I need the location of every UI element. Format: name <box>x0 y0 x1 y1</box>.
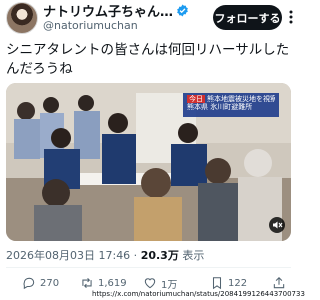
share-icon <box>273 277 285 289</box>
like-button[interactable]: 1万 <box>143 276 178 291</box>
heart-icon <box>144 278 156 289</box>
caption-tag: 今日 <box>187 95 205 103</box>
news-caption: 今日 熊本地震被災地を視察 熊本県 氷川町避難所 <box>183 93 279 117</box>
follow-button[interactable]: フォローする <box>213 5 282 30</box>
tweet-header: ナトリウム子ちゃん… @natoriumuchan フォローする <box>0 0 297 38</box>
views-label: 表示 <box>178 249 205 262</box>
reply-button[interactable]: 270 <box>22 276 59 290</box>
mute-icon[interactable] <box>269 217 285 233</box>
retweet-icon <box>82 277 92 289</box>
handle[interactable]: @natoriumuchan <box>43 19 138 32</box>
caption-line-1: 熊本地震被災地を視察 <box>207 95 275 103</box>
caption-line-2: 熊本県 氷川町避難所 <box>187 103 253 111</box>
tweet-media-video[interactable]: 今日 熊本地震被災地を視察 熊本県 氷川町避難所 <box>6 83 291 241</box>
author-name-line[interactable]: ナトリウム子ちゃん… <box>43 1 189 20</box>
reply-count: 270 <box>40 277 60 289</box>
share-button[interactable] <box>272 276 290 290</box>
divider <box>6 267 291 268</box>
tweet-text: シニアタレントの皆さんは何回リハーサルしたんだろうね <box>6 42 290 77</box>
retweet-button[interactable]: 1,619 <box>80 276 127 290</box>
verified-badge-icon <box>177 4 188 16</box>
source-url: https://x.com/natoriumuchan/status/20841… <box>92 290 305 298</box>
views-count: 20.3万 <box>140 249 179 262</box>
bookmark-icon <box>212 277 222 290</box>
avatar[interactable] <box>6 2 38 34</box>
timestamp[interactable]: 2026年08月03日 17:46 · <box>6 249 141 262</box>
bookmark-button[interactable]: 122 <box>210 276 247 290</box>
like-count: 1万 <box>161 279 178 291</box>
bookmark-count: 122 <box>228 277 248 289</box>
retweet-count: 1,619 <box>98 277 127 289</box>
more-options-icon[interactable] <box>285 9 297 25</box>
display-name[interactable]: ナトリウム子ちゃん… <box>43 1 173 20</box>
reply-icon <box>23 277 35 290</box>
tweet-meta: 2026年08月03日 17:46 · 20.3万 表示 <box>6 247 204 263</box>
